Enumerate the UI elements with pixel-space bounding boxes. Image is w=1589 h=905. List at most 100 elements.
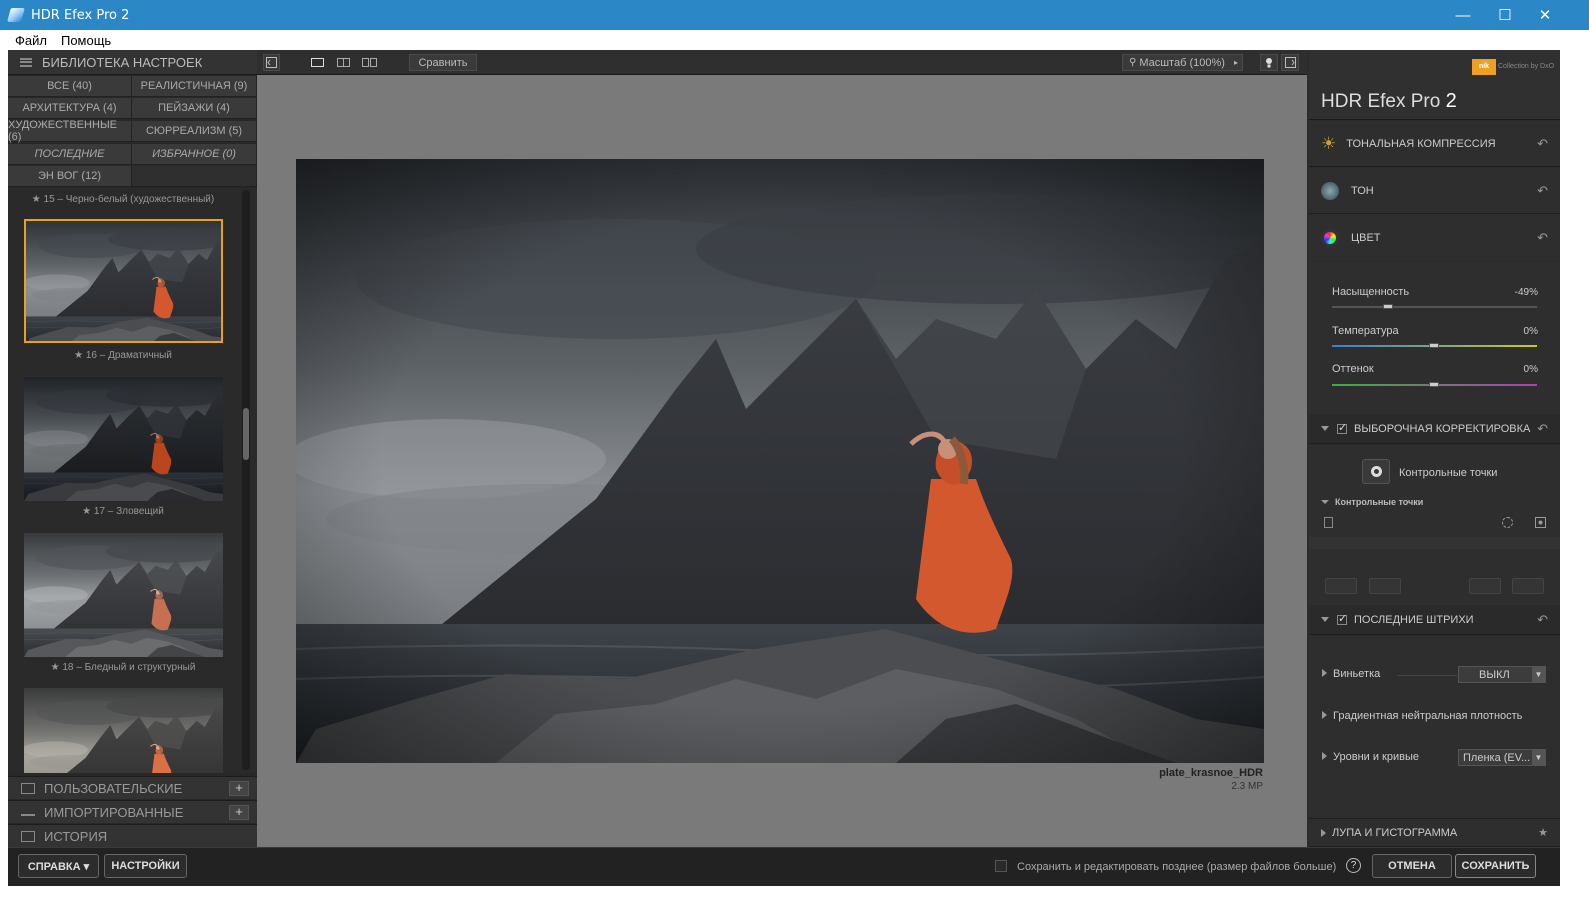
section-finishing-label: ПОСЛЕДНИЕ ШТРИХИ — [1354, 613, 1474, 626]
hide-controls-icon[interactable] — [1281, 54, 1299, 71]
saturation-value: -49% — [1514, 287, 1538, 298]
section-loupe[interactable]: ЛУПА И ГИСТОГРАММА ★ — [1309, 818, 1560, 847]
temperature-knob[interactable] — [1429, 343, 1439, 348]
reset-point-button[interactable] — [1512, 578, 1544, 594]
image-canvas: plate_krasnoe_HDR 2.3 MP — [257, 75, 1307, 847]
maximize-button[interactable]: ☐ — [1483, 0, 1527, 30]
main-image[interactable] — [296, 159, 1264, 763]
selective-checkbox[interactable] — [1337, 421, 1347, 434]
save-button[interactable]: СОХРАНИТЬ — [1455, 854, 1536, 878]
category-surrealism[interactable]: СЮРРЕАЛИЗМ (5) — [132, 121, 257, 142]
category-empty — [132, 166, 257, 187]
preset-thumb-19[interactable] — [24, 688, 223, 773]
finishing-controls: Виньетка ВЫКЛ ▼ Градиентная нейтральная п… — [1309, 636, 1560, 817]
category-favorites[interactable]: ИЗБРАННОЕ (0) — [132, 144, 257, 165]
menu-bar: Файл Помощь — [0, 30, 1589, 50]
section-tonal-compression[interactable]: ☀ ТОНАЛЬНАЯ КОМПРЕССИЯ ↶ — [1309, 121, 1560, 167]
undo-selective-icon[interactable]: ↶ — [1537, 421, 1548, 437]
preset-scrollbar[interactable] — [242, 190, 250, 770]
cancel-button[interactable]: ОТМЕНА — [1372, 854, 1452, 878]
single-view-icon[interactable] — [306, 54, 328, 71]
duplicate-point-button[interactable] — [1469, 578, 1501, 594]
group-icon[interactable] — [1502, 517, 1513, 528]
split-view-icon[interactable] — [332, 54, 354, 71]
color-controls: Насыщенность -49% Температура 0% Оттенок… — [1309, 262, 1560, 414]
background-light-icon[interactable] — [1260, 54, 1278, 71]
help-button[interactable]: СПРАВКА ▾ — [18, 854, 99, 878]
save-later-checkbox[interactable] — [995, 860, 1007, 872]
collapse-selective-icon[interactable] — [1321, 426, 1329, 431]
category-recent[interactable]: ПОСЛЕДНИЕ — [8, 144, 132, 165]
control-points-list-header[interactable]: Контрольные точки — [1321, 497, 1423, 507]
section-user[interactable]: ПОЛЬЗОВАТЕЛЬСКИЕ + — [8, 776, 257, 799]
section-color[interactable]: ЦВЕТ ↶ — [1309, 215, 1560, 261]
menu-file[interactable]: Файл — [15, 33, 47, 48]
help-icon[interactable]: ? — [1346, 858, 1361, 873]
category-artistic[interactable]: ХУДОЖЕСТВЕННЫЕ (6) — [8, 119, 132, 143]
category-en-vogue[interactable]: ЭН ВОГ (12) — [8, 166, 132, 187]
section-imported[interactable]: ИМПОРТИРОВАННЫЕ + — [8, 800, 257, 823]
compare-button[interactable]: Сравнить — [409, 54, 477, 71]
add-user-preset-button[interactable]: + — [229, 781, 249, 796]
collapse-finishing-icon[interactable] — [1321, 617, 1329, 622]
hide-library-icon[interactable] — [263, 54, 280, 71]
add-point-button[interactable] — [1325, 578, 1357, 594]
tint-value: 0% — [1523, 364, 1538, 375]
save-later-label: Сохранить и редактировать позднее (разме… — [1017, 861, 1337, 873]
undo-color-icon[interactable]: ↶ — [1537, 230, 1548, 246]
preset-thumb-16[interactable] — [24, 219, 223, 343]
remove-point-button[interactable] — [1369, 578, 1401, 594]
preset-thumb-18[interactable] — [24, 533, 223, 657]
preset-thumb-17[interactable] — [24, 377, 223, 501]
close-button[interactable]: ✕ — [1523, 0, 1567, 30]
undo-tonal-icon[interactable]: ↶ — [1537, 136, 1548, 152]
zoom-label: Масштаб (100%) — [1139, 56, 1225, 69]
minimize-button[interactable]: — — [1441, 0, 1485, 30]
menu-help[interactable]: Помощь — [61, 33, 111, 48]
sun-icon: ☀ — [1321, 133, 1337, 153]
aperture-icon — [1321, 181, 1339, 200]
undo-finishing-icon[interactable]: ↶ — [1537, 612, 1548, 628]
saturation-knob[interactable] — [1383, 304, 1393, 309]
undo-tone-icon[interactable]: ↶ — [1537, 183, 1548, 199]
mask-icon[interactable] — [1535, 517, 1546, 528]
vignette-row[interactable]: Виньетка — [1322, 668, 1380, 680]
section-history[interactable]: ИСТОРИЯ — [8, 824, 257, 847]
levels-curves-row[interactable]: Уровни и кривые — [1322, 751, 1419, 763]
control-point-button[interactable] — [1362, 459, 1390, 484]
app-icon — [7, 8, 25, 22]
preset-scrollbar-thumb[interactable] — [243, 408, 249, 460]
menu-icon — [20, 57, 32, 67]
bottom-bar: СПРАВКА ▾ НАСТРОЙКИ Сохранить и редактир… — [8, 847, 1560, 886]
temperature-label: Температура — [1332, 325, 1399, 337]
settings-button[interactable]: НАСТРОЙКИ — [104, 854, 187, 878]
category-landscapes[interactable]: ПЕЙЗАЖИ (4) — [132, 98, 257, 119]
app-window: БИБЛИОТЕКА НАСТРОЕК ВСЕ (40) РЕАЛИСТИЧНА… — [8, 50, 1560, 886]
tint-knob[interactable] — [1429, 382, 1439, 387]
vignette-divider — [1397, 675, 1457, 676]
add-imported-preset-button[interactable]: + — [229, 805, 249, 820]
category-all[interactable]: ВСЕ (40) — [8, 76, 132, 97]
image-size: 2.3 MP — [1231, 781, 1263, 792]
vignette-dropdown[interactable]: ВЫКЛ ▼ — [1458, 666, 1546, 683]
side-by-side-view-icon[interactable] — [358, 54, 380, 71]
delete-point-icon[interactable] — [1324, 517, 1333, 528]
section-tonal-label: ТОНАЛЬНАЯ КОМПРЕССИЯ — [1346, 137, 1496, 150]
section-tone[interactable]: ТОН ↶ — [1309, 168, 1560, 214]
zoom-icon: ⚲ — [1129, 57, 1137, 68]
finishing-checkbox[interactable] — [1337, 612, 1347, 625]
category-architecture[interactable]: АРХИТЕКТУРА (4) — [8, 98, 132, 119]
gradient-nd-row[interactable]: Градиентная нейтральная плотность — [1322, 710, 1522, 722]
section-selective[interactable]: ВЫБОРОЧНАЯ КОРРЕКТИРОВКА ↶ — [1309, 414, 1560, 444]
expand-loupe-icon — [1321, 828, 1326, 837]
zoom-control[interactable]: ⚲ Масштаб (100%) ▸ — [1122, 54, 1243, 71]
section-finishing[interactable]: ПОСЛЕДНИЕ ШТРИХИ ↶ — [1309, 605, 1560, 635]
pin-icon[interactable]: ★ — [1538, 826, 1548, 839]
library-header[interactable]: БИБЛИОТЕКА НАСТРОЕК — [8, 50, 257, 75]
levels-dropdown[interactable]: Пленка (EV... ▼ — [1458, 749, 1546, 766]
category-realistic[interactable]: РЕАЛИСТИЧНАЯ (9) — [132, 76, 257, 97]
expand-levels-icon — [1322, 752, 1327, 760]
history-icon — [21, 830, 35, 842]
saturation-label: Насыщенность — [1332, 286, 1410, 298]
saturation-slider[interactable] — [1332, 306, 1537, 308]
